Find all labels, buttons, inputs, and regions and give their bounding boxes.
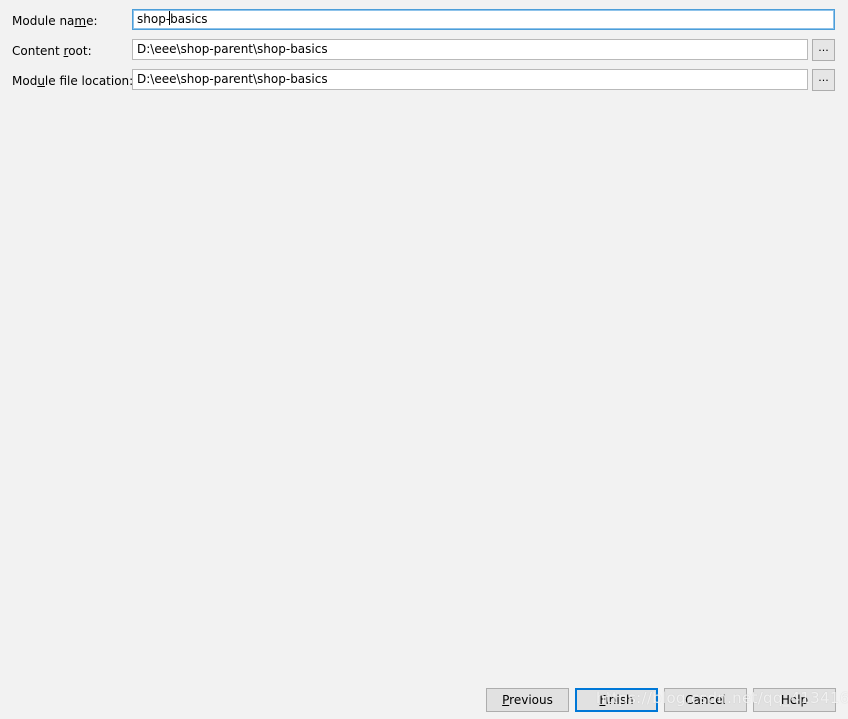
module-name-label: Module name: bbox=[12, 14, 98, 28]
module-file-location-row: Module file location: D:\eee\shop-parent… bbox=[0, 69, 848, 93]
module-name-input[interactable]: shop-basics bbox=[132, 9, 835, 30]
module-file-location-input[interactable]: D:\eee\shop-parent\shop-basics bbox=[132, 69, 808, 90]
help-button[interactable]: Help bbox=[753, 688, 836, 712]
content-root-row: Content root: D:\eee\shop-parent\shop-ba… bbox=[0, 39, 848, 63]
previous-button[interactable]: Previous bbox=[486, 688, 569, 712]
new-module-dialog: Module name: shop-basics Content root: D… bbox=[0, 0, 848, 719]
module-file-location-label: Module file location: bbox=[12, 74, 134, 88]
module-name-row: Module name: shop-basics bbox=[0, 9, 848, 33]
module-name-value-end: basics bbox=[170, 12, 208, 26]
module-name-value-start: shop- bbox=[137, 12, 171, 26]
finish-button[interactable]: Finish bbox=[575, 688, 658, 712]
content-root-browse-button[interactable]: ... bbox=[812, 39, 835, 61]
content-root-label: Content root: bbox=[12, 44, 92, 58]
module-file-location-browse-button[interactable]: ... bbox=[812, 69, 835, 91]
content-root-input[interactable]: D:\eee\shop-parent\shop-basics bbox=[132, 39, 808, 60]
cancel-button[interactable]: Cancel bbox=[664, 688, 747, 712]
